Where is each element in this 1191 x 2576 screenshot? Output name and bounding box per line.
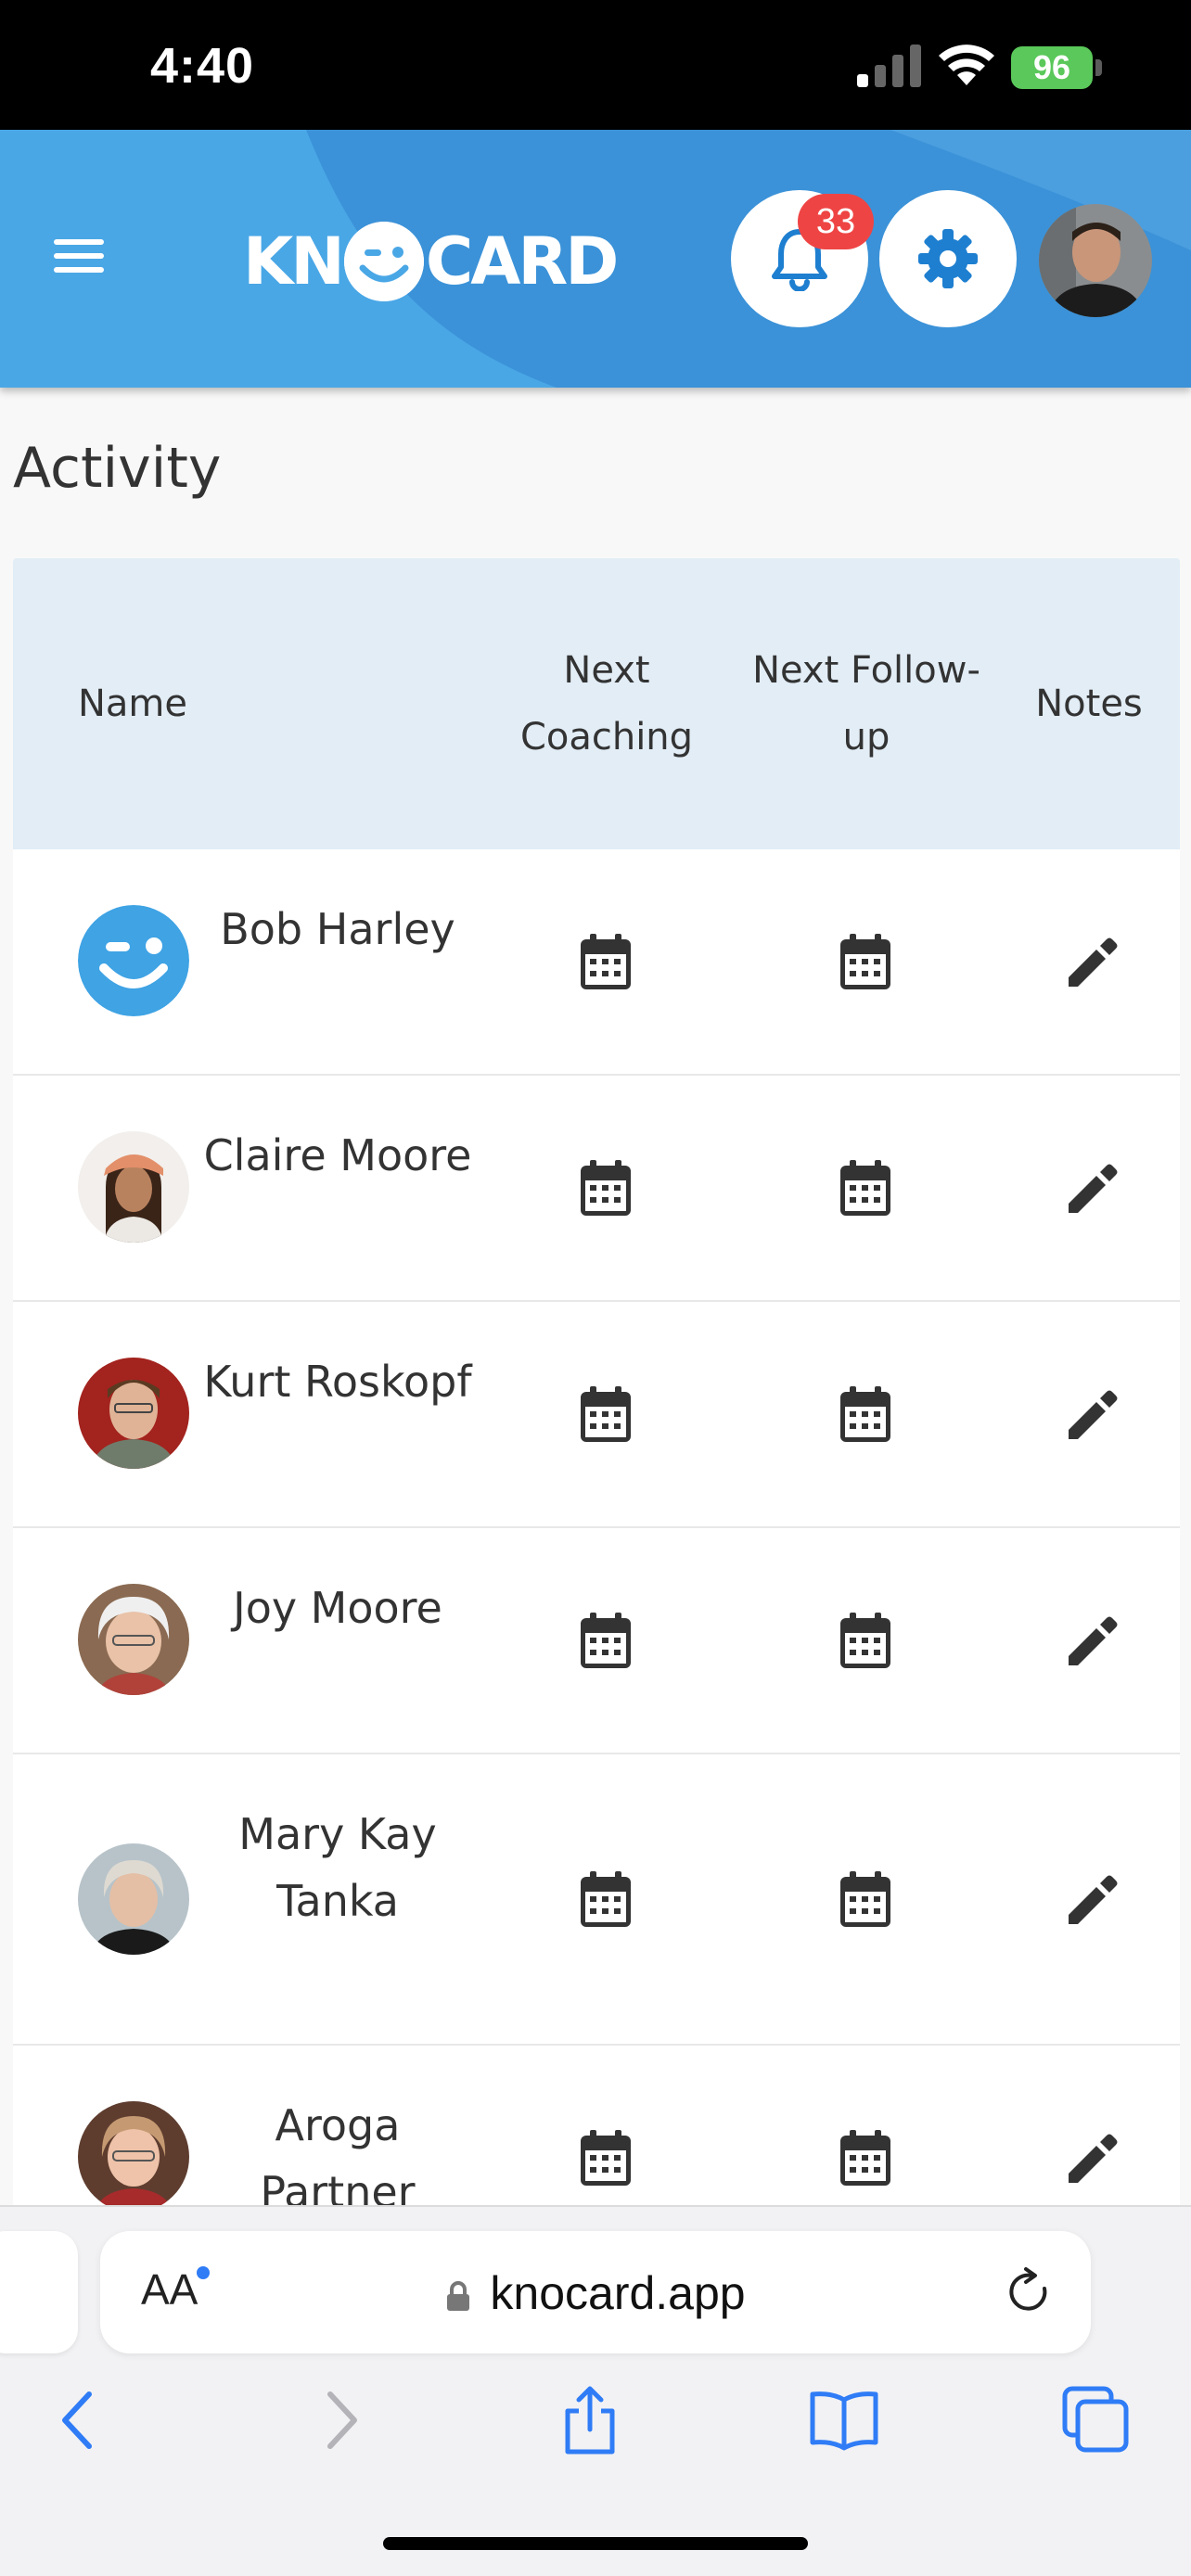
table-row[interactable]: Joy Moore bbox=[13, 1528, 1180, 1754]
pencil-icon[interactable] bbox=[1065, 1613, 1121, 1669]
calendar-icon[interactable] bbox=[839, 1613, 892, 1670]
calendar-icon[interactable] bbox=[839, 934, 892, 991]
tabs-icon[interactable] bbox=[1057, 2383, 1132, 2457]
knocard-logo[interactable]: KN CARD bbox=[243, 215, 619, 308]
pencil-icon[interactable] bbox=[1065, 1872, 1121, 1928]
activity-table: Name Next Coaching Next Follow-up Notes … bbox=[13, 558, 1180, 2272]
logo-face-icon bbox=[343, 222, 424, 301]
bookmarks-icon[interactable] bbox=[807, 2383, 881, 2457]
contact-avatar[interactable] bbox=[78, 1358, 189, 1469]
back-icon[interactable] bbox=[43, 2383, 117, 2457]
contact-photo bbox=[78, 1584, 189, 1695]
url-display[interactable]: knocard.app bbox=[100, 2266, 1091, 2320]
previous-tab-preview[interactable] bbox=[0, 2231, 78, 2353]
menu-icon bbox=[54, 239, 104, 245]
table-row[interactable]: Mary Kay Tanka bbox=[13, 1754, 1180, 2046]
knocard-avatar-icon bbox=[78, 905, 189, 1016]
battery-icon: 96 bbox=[1011, 46, 1104, 89]
share-icon[interactable] bbox=[553, 2383, 627, 2457]
settings-button[interactable] bbox=[879, 190, 1017, 327]
contact-name[interactable]: Claire Moore bbox=[198, 1122, 477, 1189]
user-photo bbox=[1039, 204, 1152, 317]
gear-icon bbox=[918, 229, 978, 288]
column-header-next-followup[interactable]: Next Follow-up bbox=[736, 558, 996, 849]
column-header-name[interactable]: Name bbox=[78, 558, 187, 849]
column-header-notes[interactable]: Notes bbox=[996, 558, 1182, 849]
contact-photo bbox=[78, 1131, 189, 1243]
wifi-icon bbox=[939, 45, 994, 85]
contact-photo bbox=[78, 2101, 189, 2213]
contact-name[interactable]: Mary Kay Tanka bbox=[198, 1801, 477, 1934]
contact-photo bbox=[78, 1843, 189, 1955]
address-bar[interactable]: AA knocard.app bbox=[100, 2231, 1091, 2353]
home-indicator[interactable] bbox=[383, 2537, 808, 2550]
calendar-icon[interactable] bbox=[579, 934, 633, 991]
notification-count-badge: 33 bbox=[798, 194, 874, 249]
contact-photo bbox=[78, 1358, 189, 1469]
contact-avatar[interactable] bbox=[78, 1584, 189, 1695]
table-row[interactable]: Kurt Roskopf bbox=[13, 1302, 1180, 1528]
app-header: KN CARD 33 bbox=[0, 130, 1191, 388]
page-title: Activity bbox=[13, 436, 222, 501]
contact-avatar[interactable] bbox=[78, 1843, 189, 1955]
contact-name[interactable]: Kurt Roskopf bbox=[198, 1348, 477, 1415]
contact-avatar[interactable] bbox=[78, 905, 189, 1016]
calendar-icon[interactable] bbox=[839, 2130, 892, 2187]
forward-icon[interactable] bbox=[302, 2383, 377, 2457]
pencil-icon[interactable] bbox=[1065, 1387, 1121, 1443]
status-bar: 4:40 96 bbox=[0, 0, 1191, 130]
table-row[interactable]: Bob Harley bbox=[13, 849, 1180, 1076]
pencil-icon[interactable] bbox=[1065, 1161, 1121, 1217]
table-header: Name Next Coaching Next Follow-up Notes bbox=[13, 558, 1180, 849]
status-time: 4:40 bbox=[150, 38, 255, 94]
pencil-icon[interactable] bbox=[1065, 935, 1121, 990]
url-text: knocard.app bbox=[490, 2267, 746, 2319]
notifications-button[interactable]: 33 bbox=[731, 190, 874, 327]
battery-level: 96 bbox=[1011, 46, 1093, 89]
menu-button[interactable] bbox=[54, 239, 111, 282]
table-row[interactable]: Claire Moore bbox=[13, 1076, 1180, 1302]
contact-name[interactable]: Joy Moore bbox=[198, 1575, 477, 1641]
pencil-icon[interactable] bbox=[1065, 2131, 1121, 2187]
calendar-icon[interactable] bbox=[839, 1386, 892, 1444]
calendar-icon[interactable] bbox=[839, 1871, 892, 1929]
calendar-icon[interactable] bbox=[579, 1871, 633, 1929]
reload-icon[interactable] bbox=[1004, 2266, 1056, 2318]
column-header-next-coaching[interactable]: Next Coaching bbox=[477, 558, 736, 849]
browser-bottom-bar: AA knocard.app bbox=[0, 2205, 1191, 2576]
contact-avatar[interactable] bbox=[78, 2101, 189, 2213]
cellular-signal-icon bbox=[857, 45, 921, 87]
calendar-icon[interactable] bbox=[579, 2130, 633, 2187]
calendar-icon[interactable] bbox=[579, 1613, 633, 1670]
calendar-icon[interactable] bbox=[579, 1386, 633, 1444]
calendar-icon[interactable] bbox=[839, 1160, 892, 1218]
contact-name[interactable]: Bob Harley bbox=[198, 896, 477, 963]
calendar-icon[interactable] bbox=[579, 1160, 633, 1218]
user-avatar[interactable] bbox=[1039, 204, 1152, 317]
contact-avatar[interactable] bbox=[78, 1131, 189, 1243]
lock-icon bbox=[447, 2281, 470, 2311]
